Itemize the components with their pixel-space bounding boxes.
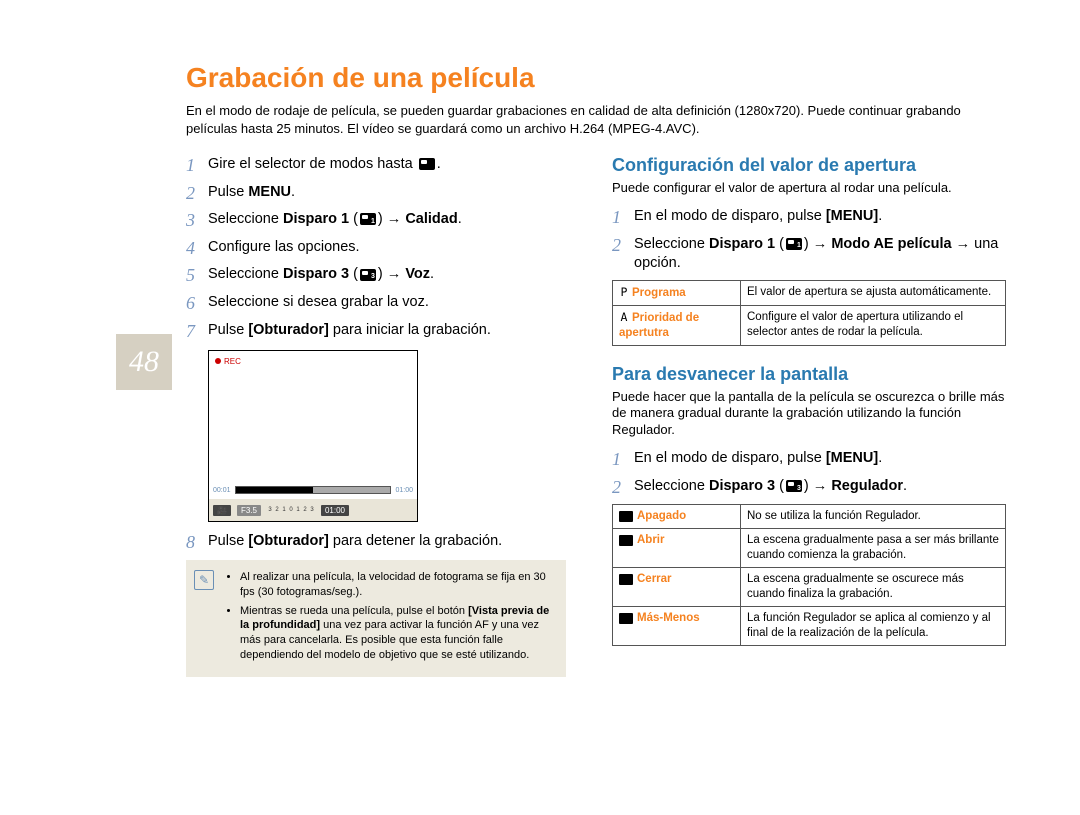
- section-intro: Puede configurar el valor de apertura al…: [612, 180, 1006, 197]
- main-steps-cont: 8 Pulse [Obturador] para detener la grab…: [186, 532, 580, 554]
- shoot1-icon: [360, 213, 376, 225]
- step-text: Seleccione Disparo 3 () → Regulador.: [634, 477, 907, 497]
- option-name: Cerrar: [637, 573, 672, 585]
- lcd-time-total: 01:00: [395, 487, 413, 494]
- left-column: 1 Gire el selector de modos hasta . 2 Pu…: [186, 155, 580, 677]
- option-name: Más-Menos: [637, 612, 700, 624]
- rec-dot-icon: [215, 358, 221, 364]
- fade-table: Apagado No se utiliza la función Regulad…: [612, 504, 1006, 646]
- intro-text: En el modo de rodaje de película, se pue…: [186, 102, 966, 137]
- lcd-bottom-bar: 🎥 F3.5 3210123 01:00: [209, 499, 417, 521]
- shoot3-icon: [786, 480, 802, 492]
- lcd-exposure-scale: 3210123: [267, 507, 315, 513]
- lcd-screen-area: REC: [209, 351, 417, 481]
- step-text: Seleccione Disparo 1 () → Modo AE pelícu…: [634, 235, 1006, 274]
- page-title: Grabación de una película: [186, 62, 1006, 94]
- page-number-tab: 48: [116, 334, 172, 390]
- option-desc: La escena gradualmente pasa a ser más br…: [741, 529, 1006, 568]
- option-desc: La escena gradualmente se oscurece más c…: [741, 568, 1006, 607]
- step-number: 2: [612, 235, 634, 257]
- lcd-duration: 01:00: [321, 505, 349, 516]
- option-name: Apagado: [637, 510, 686, 522]
- lcd-aperture: F3.5: [237, 505, 261, 516]
- note-item: Mientras se rueda una película, pulse el…: [240, 604, 554, 663]
- page-number: 48: [129, 345, 159, 379]
- note-item: Al realizar una película, la velocidad d…: [240, 570, 554, 600]
- rec-label: REC: [224, 357, 241, 366]
- table-row: APrioridad de apertutra Configure el val…: [613, 305, 1006, 345]
- fade-icon: [619, 613, 633, 624]
- fade-icon: [619, 574, 633, 585]
- table-row: Apagado No se utiliza la función Regulad…: [613, 505, 1006, 529]
- table-row: Cerrar La escena gradualmente se oscurec…: [613, 568, 1006, 607]
- fade-icon: [619, 535, 633, 546]
- step-number: 2: [612, 477, 634, 499]
- step-text: En el modo de disparo, pulse [MENU].: [634, 207, 882, 227]
- step-number: 5: [186, 265, 208, 287]
- step-text: Pulse MENU.: [208, 183, 295, 203]
- step-text: Pulse [Obturador] para detener la grabac…: [208, 532, 502, 552]
- section-heading: Para desvanecer la pantalla: [612, 364, 1006, 385]
- table-row: Abrir La escena gradualmente pasa a ser …: [613, 529, 1006, 568]
- step-number: 6: [186, 293, 208, 315]
- step-text: En el modo de disparo, pulse [MENU].: [634, 449, 882, 469]
- lcd-progress-bar: 00:01 01:00: [209, 481, 417, 499]
- shoot3-icon: [360, 269, 376, 281]
- aperture-section: Configuración del valor de apertura Pued…: [612, 155, 1006, 345]
- fade-section: Para desvanecer la pantalla Puede hacer …: [612, 364, 1006, 646]
- option-desc: La función Regulador se aplica al comien…: [741, 607, 1006, 646]
- step-text: Seleccione Disparo 3 () → Voz.: [208, 265, 434, 285]
- step-text: Seleccione si desea grabar la voz.: [208, 293, 429, 313]
- mode-symbol: P: [619, 285, 629, 300]
- section-heading: Configuración del valor de apertura: [612, 155, 1006, 176]
- step-number: 7: [186, 321, 208, 343]
- option-desc: Configure el valor de apertura utilizand…: [741, 305, 1006, 345]
- step-number: 1: [612, 207, 634, 229]
- step-number: 4: [186, 238, 208, 260]
- note-box: ✎ Al realizar una película, la velocidad…: [186, 560, 566, 677]
- lcd-time-elapsed: 00:01: [213, 487, 231, 494]
- option-name: Abrir: [637, 534, 664, 546]
- step-number: 1: [186, 155, 208, 177]
- option-name: Prioridad de apertutra: [619, 312, 699, 339]
- right-column: Configuración del valor de apertura Pued…: [612, 155, 1006, 677]
- step-number: 3: [186, 210, 208, 232]
- option-name: Programa: [632, 287, 686, 299]
- step-number: 2: [186, 183, 208, 205]
- aperture-table: PPrograma El valor de apertura se ajusta…: [612, 280, 1006, 346]
- section-intro: Puede hacer que la pantalla de la pelícu…: [612, 389, 1006, 440]
- option-desc: El valor de apertura se ajusta automátic…: [741, 280, 1006, 305]
- movie-mode-icon: [419, 158, 435, 170]
- lcd-track: [235, 486, 392, 494]
- step-number: 1: [612, 449, 634, 471]
- table-row: PPrograma El valor de apertura se ajusta…: [613, 280, 1006, 305]
- step-text: Pulse [Obturador] para iniciar la grabac…: [208, 321, 491, 341]
- table-row: Más-Menos La función Regulador se aplica…: [613, 607, 1006, 646]
- main-steps: 1 Gire el selector de modos hasta . 2 Pu…: [186, 155, 580, 342]
- mode-symbol: A: [619, 310, 629, 325]
- note-icon: ✎: [194, 570, 214, 590]
- lcd-mode-icon: 🎥: [213, 505, 231, 516]
- step-number: 8: [186, 532, 208, 554]
- fade-icon: [619, 511, 633, 522]
- lcd-preview: REC 00:01 01:00 🎥 F3.5 3210123 01:00: [208, 350, 418, 522]
- step-text: Configure las opciones.: [208, 238, 360, 258]
- step-text: Gire el selector de modos hasta .: [208, 155, 441, 175]
- shoot1-icon: [786, 238, 802, 250]
- step-text: Seleccione Disparo 1 () → Calidad.: [208, 210, 462, 230]
- page-content: Grabación de una película En el modo de …: [186, 62, 1006, 677]
- option-desc: No se utiliza la función Regulador.: [741, 505, 1006, 529]
